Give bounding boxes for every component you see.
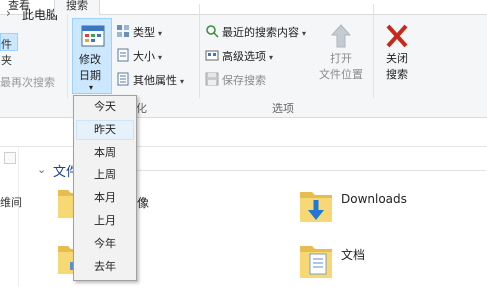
properties-icon [117, 72, 129, 86]
size-button[interactable]: 大小 ▾ [116, 48, 162, 66]
date-filter-dropdown: 今天 昨天 本周 上周 本月 上月 今年 去年 [73, 95, 137, 281]
size-label: 大小 [133, 50, 155, 63]
chevron-down-icon: ▾ [180, 77, 185, 86]
advanced-options-icon [205, 50, 219, 61]
select-all-label: 件夹 [1, 38, 12, 67]
close-search-button[interactable]: 关闭 搜索 [378, 22, 416, 82]
type-label: 类型 [133, 26, 155, 39]
date-option-last-year[interactable]: 去年 [76, 257, 134, 277]
date-option-last-week[interactable]: 上周 [76, 165, 134, 185]
close-search-label-line1: 关闭 [386, 52, 408, 65]
item-label-documents[interactable]: 文档 [341, 246, 365, 263]
date-option-last-month[interactable]: 上月 [76, 211, 134, 231]
open-location-icon [330, 24, 352, 48]
other-properties-label: 其他属性 [133, 74, 177, 87]
date-option-today[interactable]: 今天 [76, 97, 134, 117]
breadcrumb-this-pc[interactable]: 此电脑 [22, 6, 58, 23]
chevron-down-icon: ▾ [158, 29, 163, 38]
open-location-label-line2: 文件位置 [319, 68, 363, 81]
ribbon-separator [199, 4, 200, 98]
recent-searches-label: 最近的搜索内容 [222, 26, 299, 39]
recent-searches-icon [206, 25, 219, 38]
open-location-label-line1: 打开 [330, 52, 352, 65]
close-icon [386, 24, 408, 48]
open-file-location-button[interactable]: 打开 文件位置 [316, 22, 366, 82]
options-group-label: 选项 [272, 102, 294, 115]
ribbon-separator [67, 4, 68, 98]
breadcrumb-separator[interactable]: › [6, 6, 11, 20]
recent-search-label[interactable]: 最再次搜索 [0, 74, 55, 90]
save-icon [205, 72, 219, 86]
item-label-downloads[interactable]: Downloads [341, 192, 407, 206]
recent-searches-button[interactable]: 最近的搜索内容 ▾ [205, 24, 306, 42]
date-option-this-week[interactable]: 本周 [76, 143, 134, 163]
close-search-label-line2: 搜索 [386, 68, 408, 81]
date-option-this-year[interactable]: 今年 [76, 234, 134, 254]
chevron-down-icon: ▾ [158, 53, 163, 62]
chevron-down-icon: ▾ [302, 29, 307, 38]
calendar-icon [81, 25, 105, 47]
save-search-label: 保存搜索 [222, 74, 266, 87]
folder-label-partial[interactable]: 像 [137, 194, 149, 211]
tab-search[interactable]: 搜索 [54, 0, 100, 15]
nav-checkbox[interactable] [4, 152, 16, 164]
type-icon [117, 25, 129, 37]
chevron-down-icon: ▾ [89, 83, 94, 92]
modify-date-button[interactable]: 修改 日期 ▾ [72, 18, 112, 94]
refine-group-label: 化 [136, 102, 147, 115]
advanced-options-button[interactable]: 高级选项 ▾ [205, 48, 273, 66]
date-option-yesterday[interactable]: 昨天 [76, 120, 134, 140]
nav-pane-divider [18, 147, 19, 287]
select-all-button[interactable]: 件夹 [0, 33, 18, 67]
size-icon [117, 48, 129, 62]
nav-item[interactable]: 维间 [0, 194, 22, 210]
other-properties-button[interactable]: 其他属性 ▾ [116, 72, 184, 90]
chevron-down-icon[interactable]: ⌄ [37, 163, 46, 176]
date-option-this-month[interactable]: 本月 [76, 188, 134, 208]
group-header-rule [86, 170, 486, 171]
modify-date-label-line2: 日期 [79, 69, 101, 82]
modify-date-label-line1: 修改 [79, 53, 101, 66]
advanced-options-label: 高级选项 [222, 50, 266, 63]
type-button[interactable]: 类型 ▾ [116, 24, 162, 42]
save-search-button[interactable]: 保存搜索 [205, 72, 266, 90]
chevron-down-icon: ▾ [269, 53, 274, 62]
ribbon-separator [373, 4, 374, 98]
documents-folder-icon[interactable] [298, 240, 334, 282]
downloads-folder-icon[interactable] [298, 186, 334, 226]
